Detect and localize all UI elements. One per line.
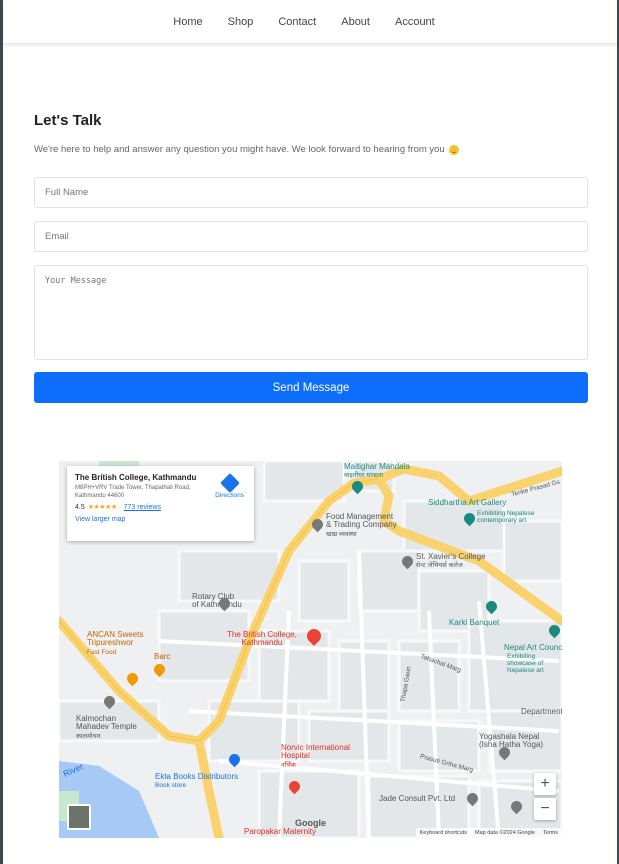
satellite-toggle-thumbnail[interactable] <box>67 804 91 830</box>
map-label-ancan-text2: Tripureshwor <box>87 638 134 648</box>
keyboard-shortcuts-link[interactable]: Keyboard shortcuts <box>420 830 467 836</box>
map-label-yogashala: Yogashala Nepal (Isha Hatha Yoga) <box>479 732 544 750</box>
nav-home-link[interactable]: Home <box>173 16 202 28</box>
map-label-ancan: ANCAN Sweets Tripureshwor Fast Food <box>87 630 143 657</box>
map-label-ancan-text3: Fast Food <box>87 648 117 656</box>
map-label-rotary: Rotary Club of Kathmandu <box>192 592 242 610</box>
map-label-xavier-np: सेन्ट जेभियर्स कलेज <box>416 562 463 570</box>
map-label-food-text2: & Trading Company <box>326 520 397 530</box>
terms-link[interactable]: Terms <box>543 830 558 836</box>
send-message-button[interactable]: Send Message <box>34 372 588 403</box>
map-label-norvic: Norvic International Hospital नर्भिक <box>281 743 350 770</box>
map-label-norvic-np: नर्भिक <box>281 761 296 769</box>
map-label-jade: Jade Consult Pvt. Ltd <box>379 794 456 803</box>
zoom-out-button[interactable]: − <box>534 798 556 820</box>
map-label-rotary-text2: of Kathmandu <box>192 600 242 610</box>
map-label-kalmochan: Kalmochan Mahadev Temple कालमोचन <box>76 714 137 741</box>
embedded-map[interactable]: Maitighar Mandala माइतीघर मण्डला Siddhart… <box>59 461 562 838</box>
nav-account-link[interactable]: Account <box>395 16 435 28</box>
map-label-siddhartha-sub: Exhibiting Nepalese contemporary art <box>477 510 535 524</box>
map-label-ekta-text: Ekta Books Distributors <box>155 772 239 781</box>
place-address: M8PH+VRV Trade Tower, Thapathali Road, K… <box>75 485 191 499</box>
map-label-norvic-text2: Hospital <box>281 751 310 761</box>
map-label-ekta: Ekta Books Distributors Book store <box>155 772 239 790</box>
map-label-siddhartha: Siddhartha Art Gallery <box>428 498 507 507</box>
reviews-link[interactable]: 773 reviews <box>124 504 161 511</box>
map-label-nepal-art: Nepal Art Council <box>504 643 562 652</box>
place-rating-value: 4.5 <box>75 503 85 511</box>
nav-about-link[interactable]: About <box>341 16 370 28</box>
map-data-text: Map data ©2024 Google <box>475 830 536 836</box>
map-label-siddhartha-text: Siddhartha Art Gallery <box>428 498 507 507</box>
contact-subtitle-text: We're here to help and answer any questi… <box>34 144 445 155</box>
map-label-department: Department <box>521 707 562 716</box>
map-label-british-text2: Kathmandu <box>241 638 283 648</box>
map-label-food-np: खाद्य व्यवस्था <box>326 530 357 538</box>
top-navbar: Home Shop Contact About Account <box>3 0 617 43</box>
map-label-food: Food Management & Trading Company खाद्य व्… <box>326 512 397 539</box>
directions-label: Directions <box>215 492 244 499</box>
rating-stars-icon: ★★★★★ <box>87 504 117 511</box>
directions-button[interactable]: Directions <box>215 473 244 499</box>
map-label-nepal-art-sub: Exhibiting showcase of Nepalese art <box>507 653 544 674</box>
message-field[interactable] <box>34 265 588 360</box>
map-label-xavier-text: St. Xavier's College <box>416 552 486 561</box>
page: Home Shop Contact About Account Let's Ta… <box>3 0 617 864</box>
nav-shop-link[interactable]: Shop <box>228 16 254 28</box>
smile-emoji-icon <box>448 144 459 155</box>
map-label-kalmochan-text2: Mahadev Temple <box>76 722 137 732</box>
place-rating-row: 4.5 ★★★★★ 773 reviews <box>75 503 246 512</box>
nav-contact-link[interactable]: Contact <box>278 16 316 28</box>
zoom-in-button[interactable]: + <box>534 773 556 795</box>
email-field[interactable] <box>34 221 588 252</box>
map-label-karki: Karki Banquet <box>449 618 500 627</box>
map-attribution: Keyboard shortcuts Map data ©2024 Google… <box>415 828 562 838</box>
page-title: Let's Talk <box>34 112 102 129</box>
full-name-field[interactable] <box>34 177 588 208</box>
map-label-kalmochan-np: कालमोचन <box>76 732 101 740</box>
map-label-maitighar: Maitighar Mandala माइतीघर मण्डला <box>344 462 410 480</box>
map-label-paropakar: Paropakar Maternity <box>244 827 317 836</box>
map-label-british: The British College, Kathmandu <box>227 630 297 648</box>
place-info-card: The British College, Kathmandu M8PH+VRV … <box>67 466 254 541</box>
google-logo: Google <box>295 818 326 828</box>
map-label-barc: Barc <box>154 652 171 661</box>
map-label-yogashala-text2: (Isha Hatha Yoga) <box>479 740 544 750</box>
contact-section: Let's Talk We're here to help and answer… <box>34 112 588 403</box>
map-label-maitighar-text: Maitighar Mandala <box>344 462 410 471</box>
map-label-xavier: St. Xavier's College सेन्ट जेभियर्स कलेज <box>416 552 486 570</box>
contact-subtitle: We're here to help and answer any questi… <box>34 144 588 155</box>
directions-icon <box>219 473 240 493</box>
map-label-maitighar-np: माइतीघर मण्डला <box>344 472 383 480</box>
view-larger-map-link[interactable]: View larger map <box>75 516 246 523</box>
map-label-ekta-sub: Book store <box>155 782 187 790</box>
